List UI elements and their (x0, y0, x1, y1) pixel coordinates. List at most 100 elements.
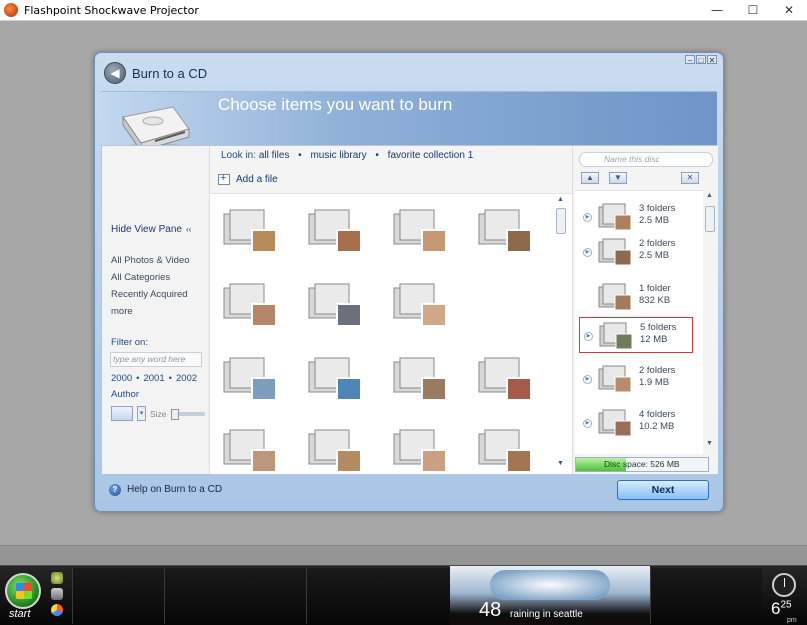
windows-logo-icon (16, 583, 32, 599)
weather-widget[interactable]: 48 raining in seattle (450, 566, 650, 625)
clock-minutes: 25 (780, 599, 792, 611)
folder-item[interactable]: ▶ 3 folders 2.5 MB (579, 199, 693, 235)
help-icon[interactable]: ? (109, 484, 121, 496)
grid-scroll-thumb[interactable] (556, 208, 566, 234)
help-link[interactable]: Help on Burn to a CD (127, 484, 222, 495)
folder-list-scrollbar[interactable]: ▲ ▼ (703, 190, 717, 454)
taskbar-slot[interactable] (650, 568, 762, 624)
view-mode-button[interactable] (111, 406, 133, 421)
taskbar-slot[interactable] (164, 568, 306, 624)
clock-ampm: pm (787, 617, 797, 624)
rain-cloud-icon (490, 570, 610, 600)
file-thumbnail[interactable] (220, 280, 278, 332)
start-button[interactable] (5, 573, 41, 609)
folder-item[interactable]: ▶ 2 folders 1.9 MB (579, 361, 693, 397)
folder-icon (598, 365, 632, 393)
folder-info: 2 folders 1.9 MB (639, 365, 675, 389)
quick-launch-icon[interactable] (51, 604, 63, 616)
clock-time[interactable]: 625 (771, 599, 792, 619)
folder-info: 4 folders 10.2 MB (639, 409, 675, 433)
maximize-button[interactable]: ☐ (735, 0, 771, 21)
remove-button[interactable]: ✕ (681, 172, 699, 184)
folder-item[interactable]: ▶ 4 folders 10.2 MB (579, 405, 693, 441)
grid-scrollbar[interactable]: ▲ ▼ (554, 194, 568, 474)
add-file-button[interactable]: Add a file (218, 172, 278, 185)
look-in-favorite-collection[interactable]: favorite collection 1 (388, 150, 474, 161)
size-label: Size (150, 408, 167, 419)
back-button[interactable]: ◀ (104, 62, 126, 84)
taskbar-slot[interactable] (306, 568, 450, 624)
disc-name-input[interactable]: Name this disc (579, 152, 713, 167)
file-thumbnail[interactable] (305, 354, 363, 406)
disc-space-meter: Disc space: 526 MB (575, 457, 709, 472)
scroll-up-icon[interactable]: ▲ (557, 196, 564, 203)
play-icon[interactable]: ▶ (583, 213, 592, 222)
file-thumbnail[interactable] (475, 354, 533, 406)
play-icon[interactable]: ▶ (583, 419, 592, 428)
left-pane: Hide View Pane ‹‹ All Photos & Video All … (102, 146, 210, 474)
move-down-button[interactable]: ▼ (609, 172, 627, 184)
view-mode-dropdown-icon[interactable]: ▾ (137, 406, 146, 421)
folder-info: 2 folders 2.5 MB (639, 238, 675, 262)
add-file-icon (218, 172, 230, 185)
folder-icon (598, 283, 632, 311)
folder-icon (598, 203, 632, 231)
play-icon[interactable]: ▶ (583, 375, 592, 384)
scroll-down-icon[interactable]: ▼ (706, 440, 713, 447)
size-slider[interactable] (170, 408, 205, 420)
file-thumbnail[interactable] (475, 206, 533, 258)
file-thumbnail[interactable] (390, 206, 448, 258)
file-thumbnail[interactable] (390, 280, 448, 332)
play-icon[interactable]: ▶ (583, 248, 592, 257)
look-in-music-library[interactable]: music library (310, 150, 366, 161)
look-in-bar: Look in: all files • music library • fav… (210, 146, 572, 194)
file-thumbnail[interactable] (220, 206, 278, 258)
file-thumbnail[interactable] (390, 426, 448, 474)
folder-info: 1 folder 832 KB (639, 283, 671, 307)
file-thumbnail[interactable] (305, 206, 363, 258)
next-button[interactable]: Next (617, 480, 709, 500)
quick-launch-icon[interactable] (51, 572, 63, 584)
minimize-button[interactable]: — (699, 0, 735, 21)
link-all-categories[interactable]: All Categories (111, 269, 190, 286)
file-thumbnail[interactable] (390, 354, 448, 406)
close-button[interactable]: ✕ (771, 0, 807, 21)
dialog-footer: ? Help on Burn to a CD Next (101, 475, 717, 507)
hide-view-pane-link[interactable]: Hide View Pane ‹‹ (111, 224, 191, 235)
folder-scroll-thumb[interactable] (705, 206, 715, 232)
folder-item[interactable]: 1 folder 832 KB (579, 279, 693, 315)
scroll-down-icon[interactable]: ▼ (557, 460, 564, 467)
folder-item[interactable]: ▶ 2 folders 2.5 MB (579, 234, 693, 270)
folder-count: 1 folder (639, 283, 671, 294)
year-2002-link[interactable]: 2002 (176, 373, 197, 384)
link-all-photos-video[interactable]: All Photos & Video (111, 252, 190, 269)
taskbar-slot[interactable] (72, 568, 164, 624)
file-thumbnail[interactable] (305, 426, 363, 474)
year-separator: • (168, 373, 172, 384)
folder-count: 3 folders (639, 203, 676, 214)
view-controls: ▾ Size (111, 406, 205, 421)
link-more[interactable]: more (111, 303, 190, 320)
hide-view-pane-label: Hide View Pane (111, 224, 182, 235)
file-thumbnail[interactable] (220, 426, 278, 474)
quick-launch-icon[interactable] (51, 588, 63, 600)
year-2000-link[interactable]: 2000 (111, 373, 132, 384)
year-2001-link[interactable]: 2001 (143, 373, 164, 384)
look-in-all-files[interactable]: all files (259, 150, 290, 161)
play-icon[interactable]: ▶ (584, 332, 593, 341)
temperature: 48 (479, 599, 502, 621)
weather-description: raining in seattle (510, 609, 583, 620)
folder-list: ▶ 3 folders 2.5 MB ▶ 2 folders 2.5 MB 1 fo… (575, 190, 703, 454)
file-thumbnail[interactable] (475, 426, 533, 474)
author-link[interactable]: Author (111, 389, 139, 400)
category-list: All Photos & Video All Categories Recent… (111, 252, 190, 320)
filter-input[interactable]: type any word here (110, 352, 202, 367)
move-up-button[interactable]: ▲ (581, 172, 599, 184)
year-separator: • (136, 373, 140, 384)
folder-size: 10.2 MB (639, 421, 675, 432)
link-recently-acquired[interactable]: Recently Acquired (111, 286, 190, 303)
folder-item-selected[interactable]: ▶ 5 folders 12 MB (579, 317, 693, 353)
scroll-up-icon[interactable]: ▲ (706, 192, 713, 199)
file-thumbnail[interactable] (220, 354, 278, 406)
file-thumbnail[interactable] (305, 280, 363, 332)
